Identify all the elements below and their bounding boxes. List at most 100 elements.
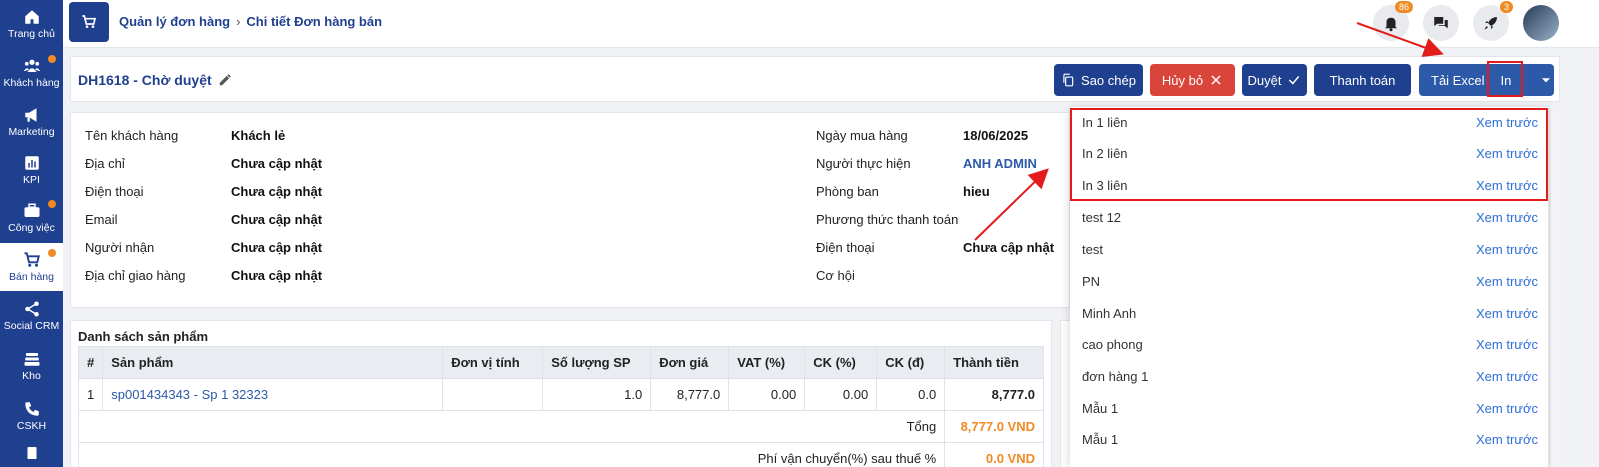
preview-link[interactable]: Xem trước	[1476, 337, 1538, 352]
preview-link[interactable]: Xem trước	[1476, 306, 1538, 321]
print-option[interactable]: test Xem trước	[1070, 234, 1548, 265]
cart-icon	[24, 252, 40, 267]
info-label: Phương thức thanh toán	[816, 212, 959, 227]
shipping-label: Phí vận chuyển(%) sau thuế %	[77, 442, 946, 467]
cell-price: 8,777.0	[650, 378, 730, 411]
info-label: Điện thoại	[816, 240, 875, 255]
print-option[interactable]: test 12 Xem trước	[1070, 202, 1548, 233]
chat-button[interactable]	[1423, 5, 1459, 41]
sidebar-item-label: KPI	[23, 174, 40, 186]
approve-button[interactable]: Duyệt	[1242, 64, 1307, 96]
print-option[interactable]: cao phong Xem trước	[1070, 329, 1548, 360]
column-header: Đơn giá	[650, 346, 730, 379]
rocket-icon	[1484, 17, 1497, 30]
info-value-link[interactable]: ANH ADMIN	[963, 156, 1037, 171]
print-option[interactable]: Minh Anh Xem trước	[1070, 298, 1548, 329]
column-header: Sản phẩm	[102, 346, 444, 379]
breadcrumb-item-orders[interactable]: Quản lý đơn hàng	[119, 14, 230, 29]
table-row-total: Tổng 8,777.0 VND	[77, 410, 1044, 443]
notification-dot	[48, 249, 56, 257]
print-option-label[interactable]: Mẫu 1	[1082, 401, 1118, 416]
print-options-highlight	[1070, 108, 1548, 201]
preview-link[interactable]: Xem trước	[1476, 432, 1538, 447]
column-header: CK (đ)	[876, 346, 946, 379]
preview-link[interactable]: Xem trước	[1476, 242, 1538, 257]
print-option[interactable]: Mẫu 1 Xem trước	[1070, 393, 1548, 424]
print-option-label[interactable]: đơn hàng 1	[1082, 369, 1148, 384]
payment-button[interactable]: Thanh toán	[1314, 64, 1411, 96]
sidebar-item-marketing[interactable]: Marketing	[0, 98, 63, 146]
cart-module-button[interactable]	[69, 2, 109, 42]
cell-quantity: 1.0	[542, 378, 652, 411]
sidebar-item-customers[interactable]: Khách hàng	[0, 49, 63, 97]
sidebar-item-warehouse[interactable]: Kho	[0, 342, 63, 390]
warehouse-icon	[24, 353, 39, 366]
print-button-highlight	[1487, 61, 1523, 97]
sidebar-item-label: Trang chủ	[8, 28, 55, 40]
preview-link[interactable]: Xem trước	[1476, 401, 1538, 416]
rocket-button[interactable]: 3	[1473, 1, 1513, 41]
column-header: #	[77, 346, 104, 379]
sidebar-item-more[interactable]	[0, 440, 63, 467]
info-label: Email	[85, 212, 118, 227]
info-label: Phòng ban	[816, 184, 879, 199]
copy-button[interactable]: Sao chép	[1054, 64, 1143, 96]
info-label: Địa chỉ	[85, 156, 125, 171]
sidebar-item-home[interactable]: Trang chủ	[0, 0, 63, 48]
print-option[interactable]: đơn hàng 1 Xem trước	[1070, 361, 1548, 392]
table-header-row: # Sản phẩm Đơn vị tính Số lượng SP Đơn g…	[77, 346, 1044, 379]
column-header: Thành tiền	[944, 346, 1044, 379]
print-option-label[interactable]: Minh Anh	[1082, 306, 1136, 321]
print-option-label[interactable]: Mẫu 1	[1082, 432, 1118, 447]
excel-download-button[interactable]: Tải Excel	[1431, 73, 1484, 88]
sidebar-item-customer-care[interactable]: CSKH	[0, 392, 63, 440]
info-label: Người thực hiện	[816, 156, 911, 171]
briefcase-icon	[24, 203, 39, 217]
sidebar-item-sales[interactable]: Bán hàng	[0, 243, 63, 291]
info-value: Khách lẻ	[231, 128, 286, 143]
print-option[interactable]: PN Xem trước	[1070, 266, 1548, 297]
sidebar-item-tasks[interactable]: Công việc	[0, 194, 63, 242]
info-value: Chưa cập nhật	[231, 212, 323, 227]
print-option-label[interactable]: test	[1082, 242, 1103, 257]
cell-total: 8,777.0	[944, 378, 1044, 411]
notifications-button[interactable]: 86	[1373, 1, 1413, 41]
chevron-down-icon[interactable]	[1539, 73, 1553, 87]
print-option-label[interactable]: test 12	[1082, 210, 1121, 225]
users-icon	[23, 59, 40, 72]
preview-link[interactable]: Xem trước	[1476, 210, 1538, 225]
column-header: Đơn vị tính	[442, 346, 544, 379]
info-label: Địa chỉ giao hàng	[85, 268, 186, 283]
breadcrumb-item-detail: Chi tiết Đơn hàng bán	[246, 14, 383, 29]
pencil-icon[interactable]	[218, 73, 232, 87]
cell-discount-amt: 0.0	[876, 378, 946, 411]
print-option[interactable]: Mẫu 1 Xem trước	[1070, 424, 1548, 455]
total-label: Tổng	[77, 410, 946, 443]
info-value: Chưa cập nhật	[231, 268, 323, 283]
cancel-button-label: Hủy bỏ	[1161, 72, 1204, 88]
column-header: Số lượng SP	[542, 346, 652, 379]
print-option-label[interactable]: cao phong	[1082, 337, 1143, 352]
notification-count-badge: 86	[1394, 1, 1413, 13]
preview-link[interactable]: Xem trước	[1476, 274, 1538, 289]
cell-discount-pct: 0.00	[804, 378, 878, 411]
avatar[interactable]	[1523, 5, 1559, 41]
sidebar-item-social-crm[interactable]: Social CRM	[0, 292, 63, 340]
preview-link[interactable]: Xem trước	[1476, 369, 1538, 384]
sidebar-item-kpi[interactable]: KPI	[0, 146, 63, 194]
cell-index: 1	[77, 378, 104, 411]
chat-icon	[1434, 17, 1448, 29]
shipping-value: 0.0 VND	[944, 442, 1044, 467]
info-label: Người nhận	[85, 240, 155, 255]
top-bar: Quản lý đơn hàng › Chi tiết Đơn hàng bán…	[63, 0, 1599, 48]
table-row: 1 sp001434343 - Sp 1 32323 1.0 8,777.0 0…	[77, 378, 1044, 411]
product-table: # Sản phẩm Đơn vị tính Số lượng SP Đơn g…	[77, 346, 1044, 467]
cancel-button[interactable]: Hủy bỏ	[1150, 64, 1235, 96]
notification-dot	[48, 55, 56, 63]
cell-product-link[interactable]: sp001434343 - Sp 1 32323	[102, 378, 444, 411]
print-option-label[interactable]: PN	[1082, 274, 1100, 289]
dropdown-scrollbar[interactable]	[1551, 107, 1559, 467]
home-icon	[24, 10, 39, 24]
sidebar: Trang chủ Khách hàng Marketing KPI Công …	[0, 0, 63, 467]
product-list: Danh sách sản phẩm # Sản phẩm Đơn vị tín…	[70, 320, 1052, 467]
